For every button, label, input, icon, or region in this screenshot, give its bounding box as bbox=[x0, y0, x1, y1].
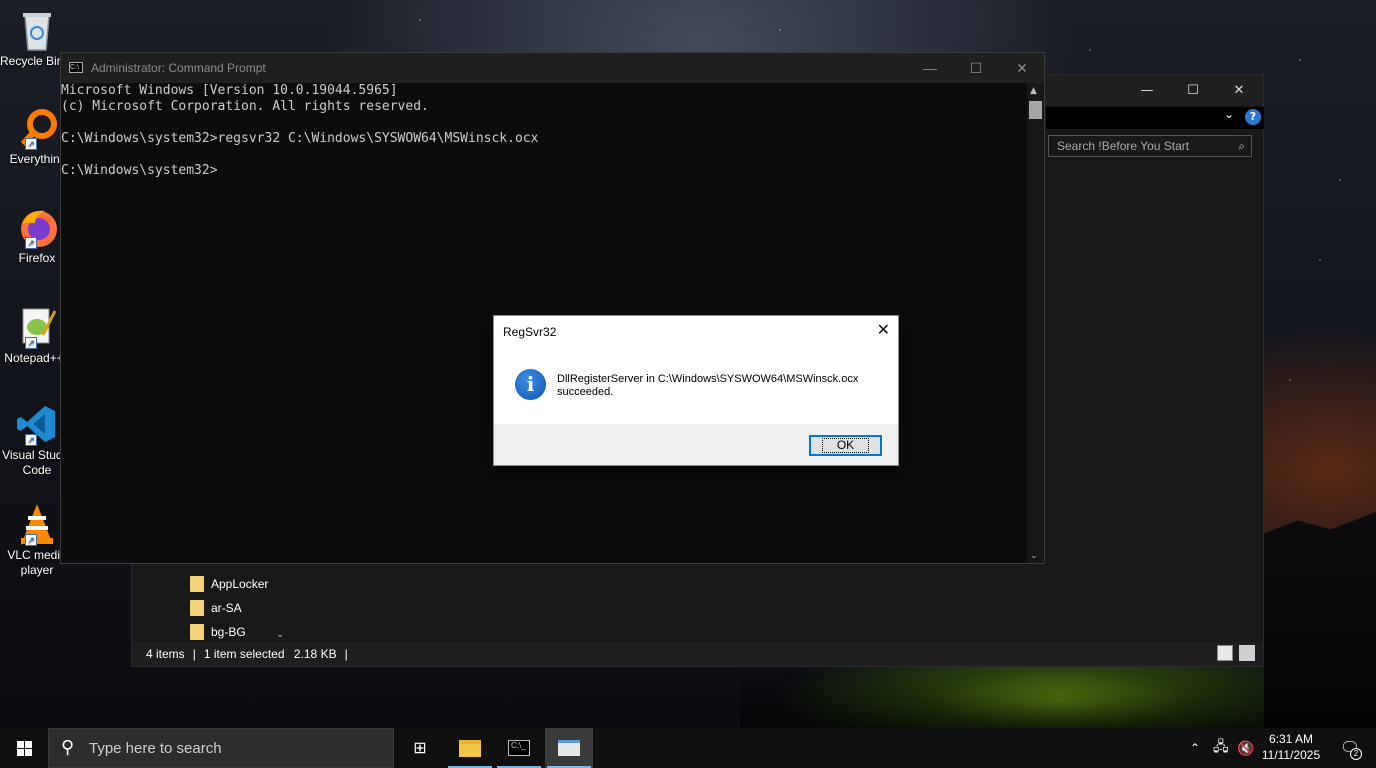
folder-label: AppLocker bbox=[211, 577, 269, 591]
desktop-icon-label: Everything bbox=[9, 152, 67, 166]
nav-folder-ar-sa[interactable]: ar-SA bbox=[190, 597, 242, 619]
scroll-up-icon[interactable]: ▲ bbox=[1030, 86, 1037, 96]
scroll-down-icon[interactable]: ⌄ bbox=[1030, 551, 1038, 561]
search-placeholder: Search !Before You Start bbox=[1057, 139, 1190, 153]
status-separator: | bbox=[344, 647, 348, 661]
info-icon: i bbox=[515, 369, 546, 400]
taskbar-file-explorer[interactable] bbox=[446, 728, 494, 768]
minimize-button[interactable]: — bbox=[907, 53, 953, 83]
status-size: 2.18 KB bbox=[293, 647, 337, 661]
status-separator: | bbox=[192, 647, 196, 661]
file-explorer-icon bbox=[459, 739, 481, 757]
taskbar: ⚲ Type here to search ⊞ C:\_ ⌃ 🖧 🔇 6:31 … bbox=[0, 728, 1376, 768]
start-button[interactable] bbox=[0, 728, 48, 768]
search-icon: ⚲ bbox=[61, 737, 75, 757]
task-view-icon: ⊞ bbox=[413, 740, 427, 757]
shortcut-arrow-icon: ↗ bbox=[25, 534, 37, 546]
dialog-footer: OK bbox=[494, 424, 898, 465]
task-view-button[interactable]: ⊞ bbox=[396, 728, 444, 768]
taskbar-command-prompt[interactable]: C:\_ bbox=[495, 728, 543, 768]
shortcut-arrow-icon: ↗ bbox=[25, 434, 37, 446]
console-line: C:\Windows\system32>regsvr32 C:\Windows\… bbox=[61, 131, 539, 146]
clock-time: 6:31 AM bbox=[1268, 732, 1314, 746]
chevron-up-icon: ⌃ bbox=[1190, 741, 1201, 755]
nav-folder-bg-bg[interactable]: bg-BG bbox=[190, 621, 246, 643]
clock-date: 11/11/2025 bbox=[1261, 748, 1321, 762]
network-tray-button[interactable]: 🖧 bbox=[1213, 728, 1229, 768]
cmd-titlebar[interactable]: C:\ Administrator: Command Prompt — ☐ ✕ bbox=[61, 53, 1044, 83]
vscode-icon: ↗ bbox=[15, 402, 59, 446]
close-icon[interactable]: ✕ bbox=[877, 320, 890, 340]
wallpaper-ground bbox=[740, 666, 1376, 728]
message-line: DllRegisterServer in C:\Windows\SYSWOW64… bbox=[557, 373, 859, 385]
desktop-icon-label: Recycle Bin bbox=[0, 54, 60, 68]
maximize-button[interactable]: ☐ bbox=[953, 53, 999, 83]
folder-label: ar-SA bbox=[211, 601, 242, 615]
help-icon[interactable]: ? bbox=[1245, 109, 1261, 125]
details-view-icon[interactable] bbox=[1217, 645, 1233, 661]
scrollbar-thumb[interactable] bbox=[1029, 101, 1042, 119]
console-line: (c) Microsoft Corporation. All rights re… bbox=[61, 99, 429, 114]
window-title: Administrator: Command Prompt bbox=[91, 61, 266, 75]
dialog-title: RegSvr32 bbox=[503, 325, 557, 339]
close-button[interactable]: ✕ bbox=[999, 53, 1045, 83]
nav-scroll-down-icon[interactable]: ⌄ bbox=[276, 629, 284, 640]
explorer-search-input[interactable]: Search !Before You Start ⌕ bbox=[1048, 135, 1252, 157]
everything-search-icon: ↗ bbox=[15, 106, 59, 150]
command-prompt-window[interactable]: C:\ Administrator: Command Prompt — ☐ ✕ … bbox=[60, 52, 1045, 564]
maximize-button[interactable]: ☐ bbox=[1170, 75, 1216, 105]
folder-icon bbox=[190, 576, 204, 592]
taskbar-search-box[interactable]: ⚲ Type here to search bbox=[48, 728, 394, 768]
volume-muted-icon: 🔇 bbox=[1237, 739, 1255, 756]
taskbar-clock[interactable]: 6:31 AM 11/11/2025 bbox=[1256, 731, 1326, 763]
vlc-icon: ↗ bbox=[15, 502, 59, 546]
cmd-app-icon: C:\ bbox=[69, 62, 83, 73]
shortcut-arrow-icon: ↗ bbox=[25, 237, 37, 249]
minimize-button[interactable]: — bbox=[1124, 75, 1170, 105]
chevron-down-icon[interactable]: ⌄ bbox=[1224, 107, 1234, 121]
shortcut-arrow-icon: ↗ bbox=[25, 337, 37, 349]
shortcut-arrow-icon: ↗ bbox=[25, 138, 37, 150]
dialog-message: DllRegisterServer in C:\Windows\SYSWOW64… bbox=[557, 373, 887, 399]
cmd-scrollbar[interactable]: ▲ ⌄ bbox=[1027, 83, 1044, 563]
regsvr32-dialog[interactable]: RegSvr32 ✕ i DllRegisterServer in C:\Win… bbox=[493, 315, 899, 466]
ok-button[interactable]: OK bbox=[809, 435, 882, 456]
notification-count-badge: 2 bbox=[1350, 748, 1362, 760]
large-icons-view-icon[interactable] bbox=[1239, 645, 1255, 661]
search-icon: ⌕ bbox=[1238, 139, 1245, 153]
command-prompt-icon: C:\_ bbox=[508, 740, 530, 756]
view-toggle-group bbox=[1217, 645, 1255, 661]
network-icon: 🖧 bbox=[1213, 738, 1229, 754]
taskbar-regsvr32[interactable] bbox=[545, 728, 593, 768]
status-item-count: 4 items bbox=[146, 647, 185, 661]
recycle-bin-icon bbox=[15, 8, 59, 52]
nav-folder-applocker[interactable]: AppLocker bbox=[190, 573, 268, 595]
folder-icon bbox=[190, 600, 204, 616]
firefox-icon: ↗ bbox=[15, 205, 59, 249]
search-placeholder: Type here to search bbox=[89, 740, 222, 757]
folder-icon bbox=[190, 624, 204, 640]
desktop-icon-label: Notepad++ bbox=[4, 351, 64, 365]
explorer-statusbar: 4 items | 1 item selected 2.18 KB | bbox=[132, 642, 1263, 666]
console-output[interactable]: Microsoft Windows [Version 10.0.19044.59… bbox=[61, 83, 1027, 179]
console-prompt: C:\Windows\system32> bbox=[61, 163, 218, 178]
status-selected: 1 item selected bbox=[203, 647, 285, 661]
ok-button-label: OK bbox=[821, 438, 870, 453]
notepad-plus-plus-icon: ↗ bbox=[15, 305, 59, 349]
navigation-pane[interactable]: AppLocker ar-SA bg-BG bbox=[132, 563, 290, 643]
dialog-window-icon bbox=[558, 740, 580, 756]
show-hidden-icons-button[interactable]: ⌃ bbox=[1190, 728, 1200, 768]
message-line: succeeded. bbox=[557, 386, 614, 398]
windows-logo-icon bbox=[16, 740, 32, 756]
console-line: Microsoft Windows [Version 10.0.19044.59… bbox=[61, 83, 398, 98]
volume-tray-button[interactable]: 🔇 bbox=[1237, 728, 1254, 768]
close-button[interactable]: ✕ bbox=[1216, 75, 1262, 105]
folder-label: bg-BG bbox=[211, 625, 246, 639]
action-center-button[interactable]: 🗨 2 bbox=[1330, 728, 1370, 768]
